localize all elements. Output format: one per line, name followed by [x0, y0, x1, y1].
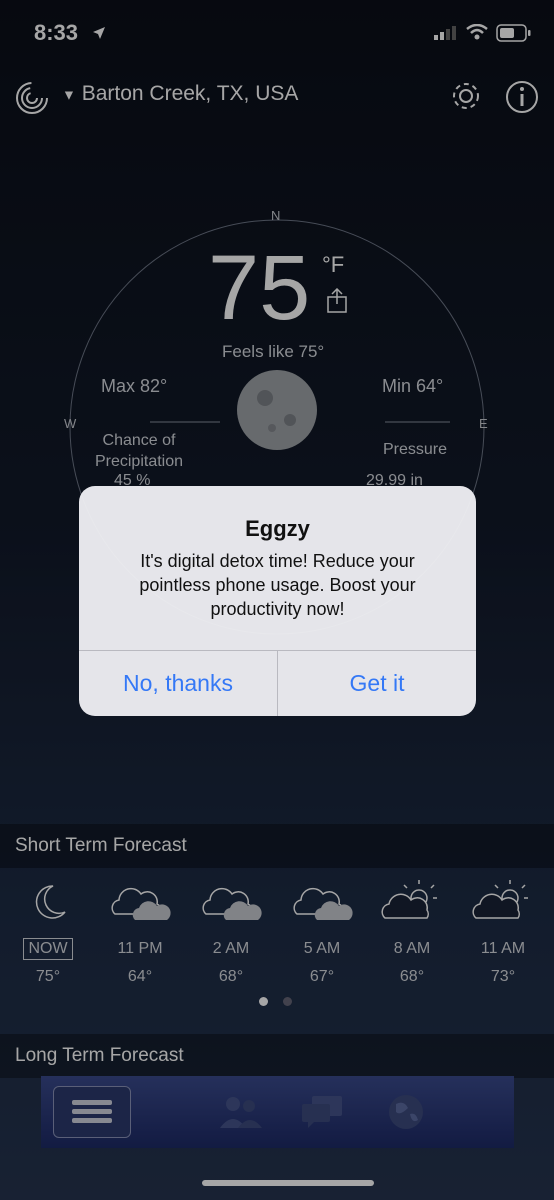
alert-dialog: Eggzy It's digital detox time! Reduce yo… — [79, 486, 476, 716]
no-thanks-button[interactable]: No, thanks — [79, 651, 277, 716]
dialog-title: Eggzy — [245, 516, 310, 541]
get-it-button[interactable]: Get it — [278, 651, 476, 716]
dialog-message: It's digital detox time! Reduce your poi… — [139, 551, 416, 619]
